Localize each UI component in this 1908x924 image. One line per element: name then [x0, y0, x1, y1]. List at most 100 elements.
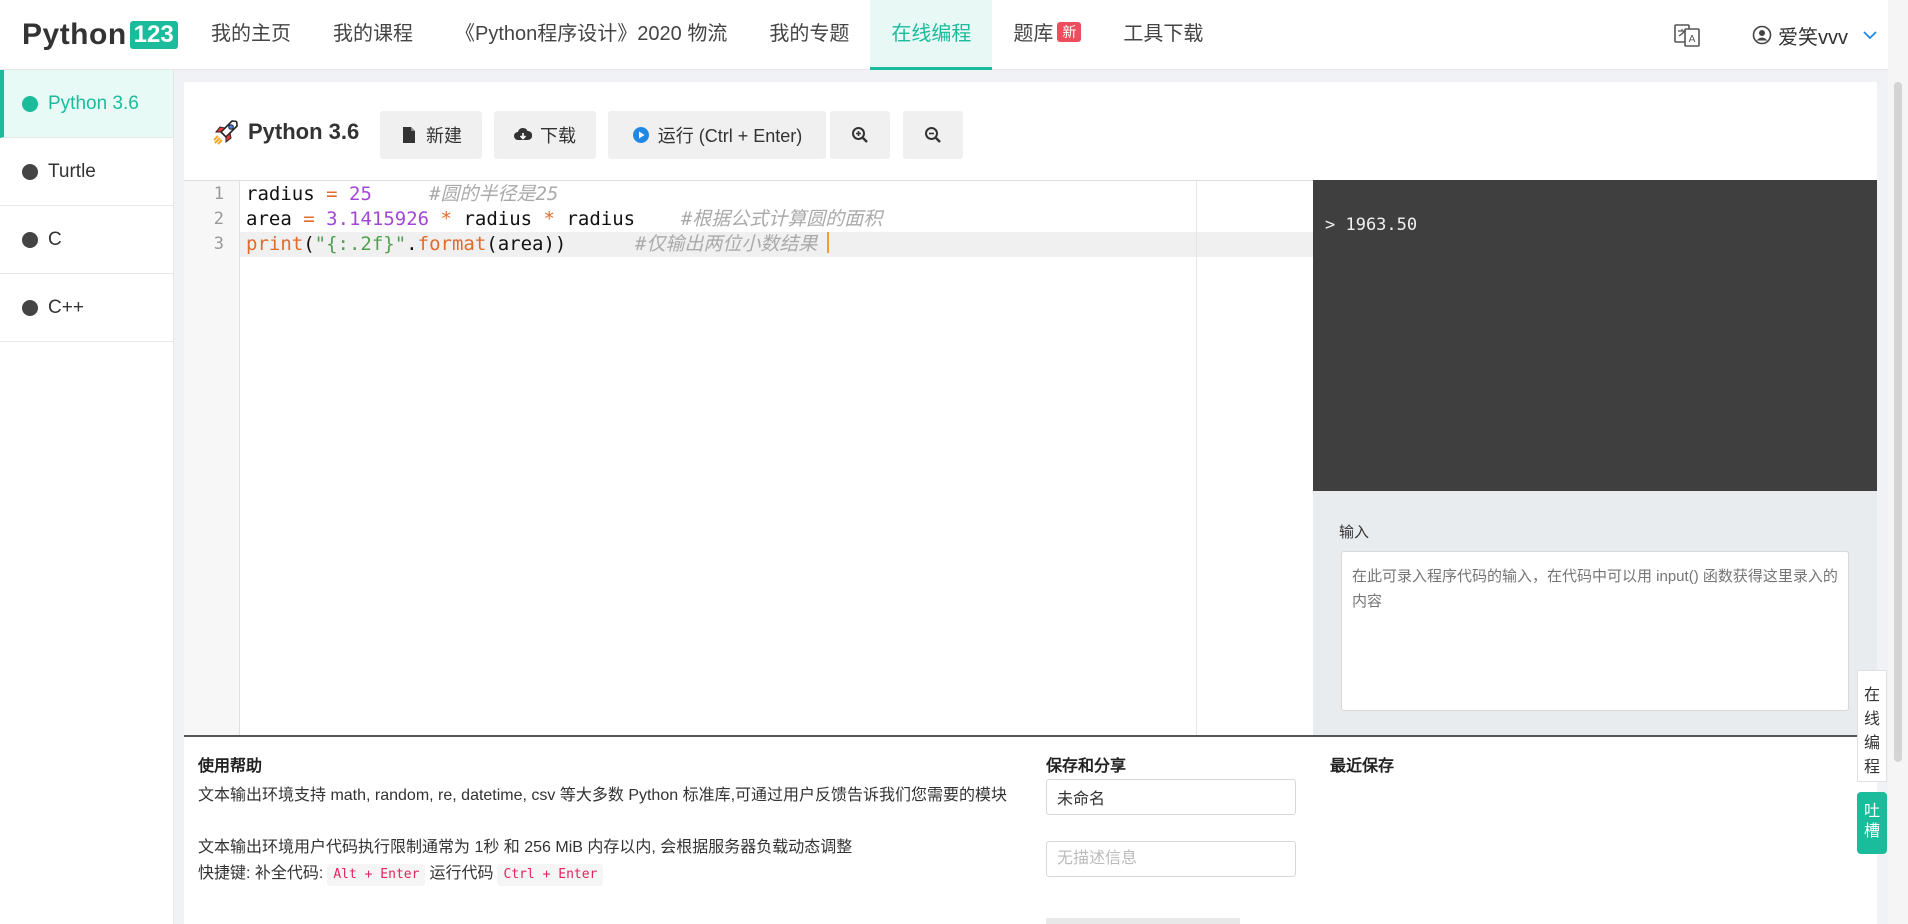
sidebar-item-cpp[interactable]: C++: [0, 274, 173, 342]
line-number: 2: [213, 209, 224, 229]
code-token: radius: [246, 183, 315, 205]
sidebar: Python 3.6 Turtle C C++: [0, 70, 174, 924]
stdin-input[interactable]: [1341, 551, 1849, 711]
status-dot: [22, 299, 38, 316]
user-icon[interactable]: [1752, 25, 1772, 45]
main-panel: Python 3.6 新建 下载 运行 (Ctrl + Enter) 1 2 3: [184, 82, 1877, 924]
input-panel: 输入: [1313, 491, 1877, 735]
code-token: print: [246, 233, 304, 255]
shortcut-key-complete: Alt + Enter: [327, 864, 426, 886]
editor-title: Python 3.6: [212, 118, 359, 146]
save-share-title: 保存和分享: [1046, 758, 1127, 775]
help-text-1: 文本输出环境支持 math, random, re, datetime, csv…: [198, 787, 1008, 804]
code-token: .: [406, 233, 418, 255]
save-button[interactable]: [1046, 918, 1240, 924]
output-line: > 1963.50: [1325, 215, 1418, 235]
nav-items: 我的主页 我的课程 《Python程序设计》2020 物流 我的专题 在线编程 …: [190, 0, 1224, 70]
print-margin: [1196, 181, 1197, 736]
new-button-label: 新建: [426, 126, 462, 146]
editor-title-text: Python 3.6: [248, 119, 360, 144]
nav-item-topics[interactable]: 我的专题: [748, 0, 870, 70]
run-button-label: 运行 (Ctrl + Enter): [657, 126, 803, 146]
sidebar-item-label: Python 3.6: [48, 92, 139, 114]
code-token: *: [440, 208, 452, 230]
zoom-in-icon: [852, 127, 868, 143]
code-line[interactable]: area = 3.1415926 * radius * radius #根据公式…: [246, 207, 882, 232]
run-button[interactable]: 运行 (Ctrl + Enter): [608, 111, 826, 159]
line-number: 1: [213, 184, 224, 204]
float-tab-label: 在线编程: [1863, 687, 1880, 776]
nav-item-label: 题库: [1013, 23, 1054, 45]
cloud-download-icon: [514, 127, 532, 140]
file-icon: [403, 127, 415, 143]
new-badge: 新: [1057, 22, 1082, 42]
rocket-icon: [213, 120, 238, 145]
help-text-2: 文本输出环境用户代码执行限制通常为 1秒 和 256 MiB 内存以内, 会根据…: [198, 839, 853, 856]
online-coding-float-tab[interactable]: 在线编程: [1857, 670, 1887, 782]
user-name[interactable]: 爱笑vvv: [1778, 21, 1848, 50]
line-gutter: 1 2 3: [184, 181, 240, 736]
code-token: =: [326, 183, 338, 205]
nav-item-home[interactable]: 我的主页: [190, 0, 312, 70]
scrollbar-thumb[interactable]: [1894, 82, 1902, 762]
code-token: "{:.2f}": [314, 233, 407, 255]
program-name-input[interactable]: [1046, 779, 1296, 815]
nav-item-class[interactable]: 《Python程序设计》2020 物流: [434, 0, 748, 70]
description-input[interactable]: [1046, 841, 1296, 877]
shortcut-key-run: Ctrl + Enter: [497, 864, 604, 886]
chevron-down-icon[interactable]: [1862, 27, 1878, 43]
code-comment: #圆的半径是25: [429, 183, 559, 205]
feedback-tab[interactable]: 吐槽: [1857, 792, 1887, 854]
code-token: 25: [349, 183, 372, 205]
shortcut-prefix: 快捷键: 补全代码:: [198, 865, 324, 882]
code-token: (: [303, 233, 315, 255]
code-token: radius: [463, 208, 533, 230]
code-line[interactable]: print("{:.2f}".format(area)) #仅输出两位小数结果: [246, 232, 830, 257]
download-button[interactable]: 下载: [494, 111, 596, 159]
sidebar-item-c[interactable]: C: [0, 206, 173, 274]
logo-badge: 123: [129, 21, 178, 49]
help-section: 使用帮助 文本输出环境支持 math, random, re, datetime…: [184, 735, 1877, 924]
zoom-in-button[interactable]: [830, 111, 890, 159]
help-title: 使用帮助: [198, 758, 263, 775]
output-console: > 1963.50: [1313, 180, 1877, 491]
translate-icon[interactable]: A: [1674, 22, 1700, 48]
feedback-tab-label: 吐槽: [1863, 803, 1880, 840]
sidebar-item-label: C++: [48, 296, 84, 318]
top-nav: Python 123 我的主页 我的课程 《Python程序设计》2020 物流…: [0, 0, 1908, 70]
nav-item-tools[interactable]: 工具下载: [1102, 0, 1224, 70]
svg-text:A: A: [1689, 34, 1696, 45]
zoom-out-icon: [925, 127, 941, 143]
code-editor[interactable]: 1 2 3 radius = 25 #圆的半径是25 area = 3.1415…: [184, 180, 1313, 736]
code-token: format: [417, 233, 487, 255]
code-token: =: [303, 208, 315, 230]
help-shortcuts: 快捷键: 补全代码: Alt + Enter 运行代码 Ctrl + Enter: [198, 861, 1008, 887]
text-cursor: [827, 232, 830, 253]
code-token: radius: [566, 208, 636, 230]
status-dot: [22, 95, 38, 112]
sidebar-item-label: C: [48, 228, 62, 250]
line-number: 3: [213, 234, 224, 254]
nav-right: A 爱笑vvv: [1674, 0, 1878, 70]
code-comment: #根据公式计算圆的面积: [680, 208, 883, 230]
status-dot: [22, 163, 38, 180]
logo-text: Python: [22, 18, 127, 51]
nav-item-courses[interactable]: 我的课程: [312, 0, 434, 70]
logo[interactable]: Python 123: [22, 16, 178, 54]
play-icon: [632, 127, 649, 143]
sidebar-item-python36[interactable]: Python 3.6: [0, 70, 173, 138]
zoom-out-button[interactable]: [903, 111, 963, 159]
code-token: 3.1415926: [326, 208, 430, 230]
code-line[interactable]: radius = 25 #圆的半径是25: [246, 182, 558, 207]
code-token: area: [246, 208, 292, 230]
nav-item-online-coding[interactable]: 在线编程: [870, 0, 993, 70]
code-token: (area)): [486, 233, 567, 255]
nav-item-question-bank[interactable]: 题库新: [992, 0, 1102, 70]
sidebar-item-turtle[interactable]: Turtle: [0, 138, 173, 206]
shortcut-mid: 运行代码: [429, 865, 494, 882]
download-button-label: 下载: [540, 126, 576, 146]
code-token: *: [543, 208, 555, 230]
new-button[interactable]: 新建: [380, 111, 482, 159]
sidebar-item-label: Turtle: [48, 160, 96, 182]
code-comment: #仅输出两位小数结果: [634, 233, 818, 255]
